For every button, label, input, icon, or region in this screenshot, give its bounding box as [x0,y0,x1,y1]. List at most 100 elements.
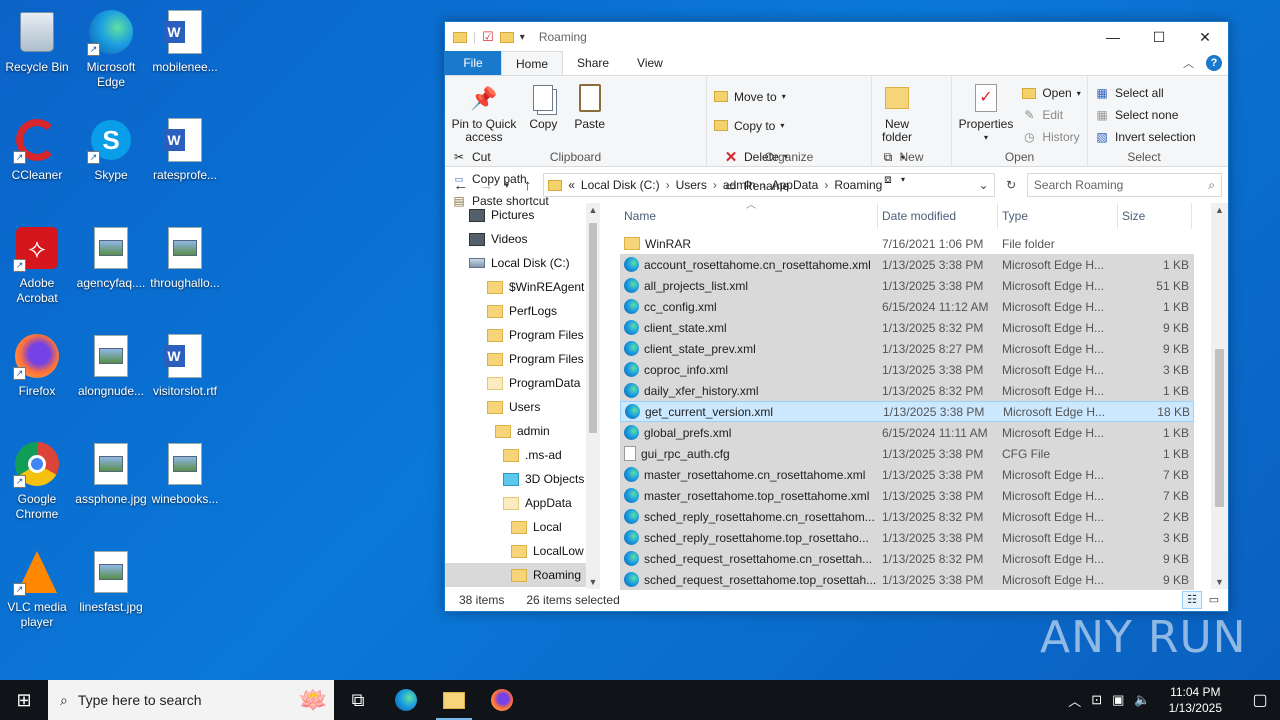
desktop-icon-edge[interactable]: ↗ Microsoft Edge [74,8,148,90]
taskbar-firefox[interactable] [478,680,526,720]
nav-item[interactable]: 3D Objects [445,467,586,491]
tab-home[interactable]: Home [501,51,564,75]
taskbar-search[interactable]: ⌕ Type here to search 🪷 [48,680,334,720]
table-row[interactable]: WinRAR 7/16/2021 1:06 PM File folder [620,233,1194,254]
nav-item[interactable]: ProgramData [445,371,586,395]
desktop-icon-ccleaner[interactable]: ↗ CCleaner [0,116,74,183]
rename-button[interactable]: ▭ Rename [723,171,789,200]
start-button[interactable]: ⊞ [0,680,48,720]
notifications-icon[interactable]: ▢ [1240,690,1280,710]
desktop-icon-skype[interactable]: S ↗ Skype [74,116,148,183]
device-icon[interactable]: ⊡ [1091,692,1102,708]
table-row[interactable]: all_projects_list.xml 1/13/2025 3:38 PM Mi… [620,275,1194,296]
tab-file[interactable]: File [445,51,501,75]
copy-to-button[interactable]: Copy to ▾ [713,111,786,140]
paste-button[interactable]: Paste [570,80,610,131]
column-date-modified[interactable]: Date modified [878,203,998,229]
title-bar[interactable]: | ☑ ▾ Roaming — ☐ ✕ [445,22,1228,52]
copy-button[interactable]: Copy [524,80,562,131]
table-row[interactable]: daily_xfer_history.xml 1/13/2025 8:32 PM M… [620,380,1194,401]
nav-item[interactable]: Pictures [445,203,586,227]
nav-item[interactable]: .ms-ad [445,443,586,467]
table-row[interactable]: account_rosettahome.cn_rosettahome.xml 1/… [620,254,1194,275]
table-row[interactable]: client_state_prev.xml 1/13/2025 8:27 PM Mi… [620,338,1194,359]
scroll-down-icon[interactable]: ▼ [586,577,600,587]
move-to-button[interactable]: Move to ▾ [713,82,786,111]
taskbar-file-explorer[interactable] [430,680,478,720]
file-scroll-thumb[interactable] [1215,349,1224,507]
nav-scroll-thumb[interactable] [589,223,597,433]
close-button[interactable]: ✕ [1182,22,1228,52]
select-none-button[interactable]: ▦ Select none [1094,104,1196,126]
table-row[interactable]: sched_reply_rosettahome.cn_rosettahom...… [620,506,1194,527]
desktop-icon-assphone[interactable]: assphone.jpg [74,440,148,507]
invert-selection-button[interactable]: ▧ Invert selection [1094,126,1195,148]
desktop-icon-recycle-bin[interactable]: Recycle Bin [0,8,74,75]
nav-item[interactable]: $WinREAgent [445,275,586,299]
taskbar-edge[interactable] [382,680,430,720]
customize-quick-access-icon[interactable]: ▾ [520,32,525,43]
table-row[interactable]: sched_reply_rosettahome.top_rosettaho...… [620,527,1194,548]
desktop-icon-visitorslot[interactable]: W visitorslot.rtf [148,332,222,399]
open-button[interactable]: Open ▾ [1021,82,1081,104]
easy-access-button[interactable]: ⧈ ▾ [880,168,905,190]
table-row[interactable]: coproc_info.xml 1/13/2025 3:38 PM Microsof… [620,359,1194,380]
nav-item[interactable]: Roaming [445,563,586,587]
desktop-icon-firefox[interactable]: ↗ Firefox [0,332,74,399]
chevron-right-icon[interactable]: › [666,178,670,192]
desktop-icon-ratesprofe[interactable]: W ratesprofe... [148,116,222,183]
chevron-right-icon[interactable]: › [824,178,828,192]
desktop-icon-linesfast[interactable]: linesfast.jpg [74,548,148,615]
scroll-down-icon[interactable]: ▼ [1211,577,1228,587]
desktop-icon-vlc[interactable]: ↗ VLC media player [0,548,74,630]
history-button[interactable]: ◷ History [1021,126,1080,148]
table-row[interactable]: master_rosettahome.cn_rosettahome.xml 1/1… [620,464,1194,485]
tab-share[interactable]: Share [563,51,623,75]
show-hidden-icons-icon[interactable]: ︿ [1068,691,1081,710]
properties-button[interactable]: ✓ Properties ▾ [958,80,1014,144]
details-view-icon[interactable]: ☷ [1182,591,1202,609]
nav-scrollbar[interactable]: ▲ ▼ [586,203,600,589]
copy-path-button[interactable]: ▭ Copy path [451,168,549,190]
desktop-icon-acrobat[interactable]: ⟡ ↗ Adobe Acrobat [0,224,74,306]
help-icon[interactable]: ? [1206,55,1222,71]
column-size[interactable]: Size [1118,203,1192,229]
edit-button[interactable]: ✎ Edit [1021,104,1080,126]
nav-item[interactable]: Program Files [445,347,586,371]
desktop-icon-agencyfaq[interactable]: agencyfaq.... [74,224,148,291]
breadcrumb-users[interactable]: Users [676,178,707,192]
task-view-button[interactable]: ⧉ [334,680,382,720]
desktop-icon-mobilenee[interactable]: W mobilenee... [148,8,222,75]
table-row[interactable]: get_current_version.xml 1/13/2025 3:38 PM… [620,401,1194,422]
table-row[interactable]: gui_rpc_auth.cfg 1/13/2025 3:38 PM CFG Fil… [620,443,1194,464]
volume-icon[interactable]: 🔈 [1134,692,1150,708]
breadcrumb-roaming[interactable]: Roaming [834,178,882,192]
nav-item[interactable]: Videos [445,227,586,251]
tab-view[interactable]: View [623,51,677,75]
properties-quick-icon[interactable]: ☑ [482,29,494,45]
scroll-up-icon[interactable]: ▲ [586,205,600,215]
breadcrumb-local-disk[interactable]: Local Disk (C:) [581,178,660,192]
table-row[interactable]: sched_request_rosettahome.top_rosettah..… [620,569,1194,590]
nav-item[interactable]: PerfLogs [445,299,586,323]
address-overflow[interactable]: « [568,178,575,192]
table-row[interactable]: master_rosettahome.top_rosettahome.xml 1/… [620,485,1194,506]
clock[interactable]: 11:04 PM 1/13/2025 [1161,684,1230,716]
desktop-icon-winebooks[interactable]: winebooks... [148,440,222,507]
nav-item[interactable]: AppData [445,491,586,515]
table-row[interactable]: sched_request_rosettahome.cn_rosettah...… [620,548,1194,569]
nav-item[interactable]: Local Disk (C:) [445,251,586,275]
select-all-button[interactable]: ▦ Select all [1094,82,1196,104]
search-input[interactable]: Search Roaming ⌕ [1026,173,1222,197]
nav-item[interactable]: Local [445,515,586,539]
table-row[interactable]: global_prefs.xml 6/15/2024 11:11 AM Micros… [620,422,1194,443]
nav-item[interactable]: admin [445,419,586,443]
nav-item[interactable]: LocalLow [445,539,586,563]
nav-item[interactable]: Users [445,395,586,419]
new-folder-quick-icon[interactable] [499,31,514,43]
new-folder-button[interactable]: New folder [878,80,916,144]
pin-to-quick-access-button[interactable]: 📌 Pin to Quick access [451,80,517,144]
desktop-icon-throughallo[interactable]: throughallo... [148,224,222,291]
maximize-button[interactable]: ☐ [1136,22,1182,52]
minimize-button[interactable]: — [1090,22,1136,52]
